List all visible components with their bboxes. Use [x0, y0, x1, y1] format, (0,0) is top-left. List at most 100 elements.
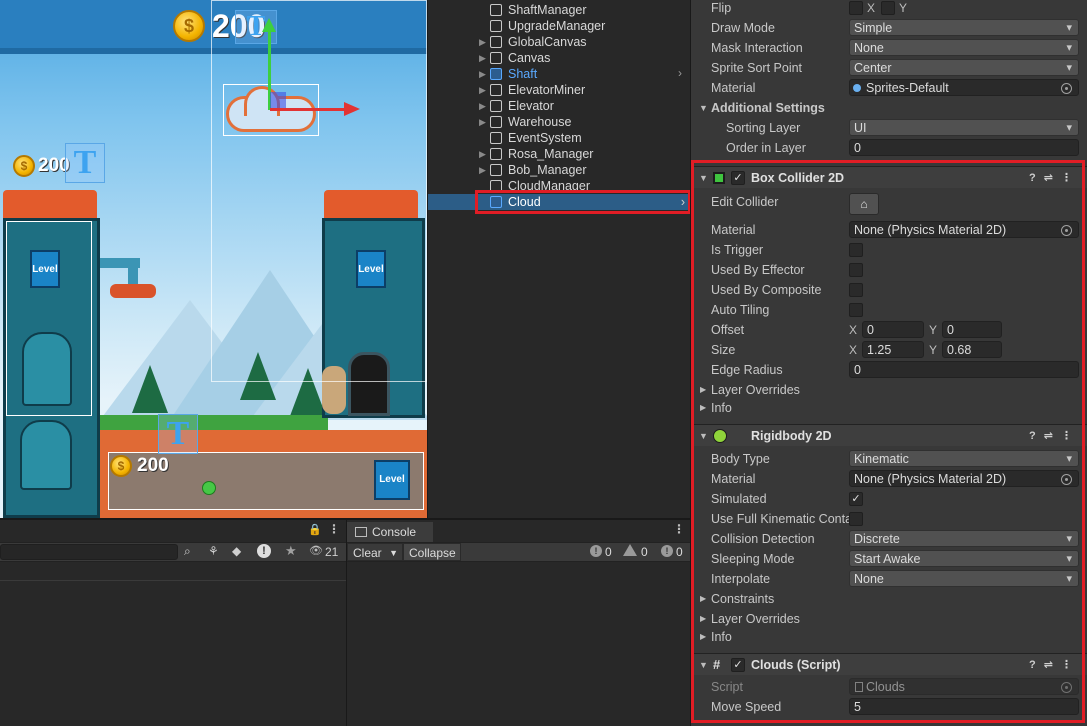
hierarchy-item[interactable]: ▶ ElevatorMiner [428, 82, 691, 98]
gizmo-y-arrow-icon[interactable] [262, 18, 276, 32]
hierarchy-item-label: Elevator [508, 99, 554, 113]
draw-mode-dropdown[interactable]: Simple [849, 19, 1079, 37]
star-icon[interactable]: ★ [285, 543, 297, 559]
left-roof [3, 190, 97, 218]
collapse-button-label: Collapse [409, 546, 456, 560]
flip-x-checkbox[interactable] [849, 1, 863, 15]
console-panel: Console ⋮ Clear ▼ Collapse ! 0 0 ! 0 [346, 518, 691, 726]
coin-icon [173, 10, 205, 42]
gameobject-cube-icon [490, 100, 502, 112]
tab-console[interactable]: Console [347, 522, 433, 542]
object-picker-icon[interactable] [1061, 83, 1072, 94]
foldout-right-icon[interactable]: ▶ [479, 50, 486, 66]
gameobject-cube-icon [490, 20, 502, 32]
flip-y-checkbox[interactable] [881, 1, 895, 15]
foldout-right-icon[interactable]: ▶ [479, 146, 486, 162]
hierarchy-item-label: ShaftManager [508, 3, 587, 17]
additional-settings-label[interactable]: Additional Settings [711, 98, 825, 118]
mask-row: Mask Interaction None [691, 38, 1087, 58]
hierarchy-item[interactable]: ▶ Canvas [428, 50, 691, 66]
flip-y-label: Y [899, 1, 908, 15]
foldout-right-icon[interactable]: ▶ [479, 98, 486, 114]
gameobject-cube-icon [490, 36, 502, 48]
flip-label: Flip [711, 1, 732, 15]
draw-mode-label: Draw Mode [711, 21, 775, 35]
chevron-right-icon[interactable]: › [678, 66, 682, 80]
hierarchy-item-label: Shaft [508, 67, 538, 81]
foldout-down-icon[interactable]: ▼ [699, 98, 708, 118]
hierarchy-item[interactable]: EventSystem [428, 130, 691, 146]
chevron-down-icon[interactable]: ▼ [389, 544, 398, 562]
inspector-panel: Flip X Y Draw Mode Simple Mask Interacti… [690, 0, 1087, 726]
warning-filter-icon[interactable]: ! [257, 544, 271, 558]
hierarchy-item[interactable]: ▶ Shaft [428, 66, 691, 82]
hidden-count-eye-icon[interactable]: 👁 [309, 544, 323, 557]
hierarchy-item-label: Warehouse [508, 115, 572, 129]
hierarchy-item-label: EventSystem [508, 131, 582, 145]
pivot-dot[interactable] [202, 481, 216, 495]
error-icon[interactable]: ! [661, 545, 673, 557]
coin-icon [13, 155, 35, 177]
lock-icon[interactable]: 🔒 [308, 523, 322, 536]
gameobject-cube-icon [490, 4, 502, 16]
pipe [128, 262, 138, 286]
hierarchy-item[interactable]: ▶ Warehouse [428, 114, 691, 130]
hierarchy-item[interactable]: ▶ Bob_Manager [428, 162, 691, 178]
highlight-box-components [691, 160, 1085, 723]
warning-icon[interactable] [623, 544, 637, 556]
gameobject-cube-icon [490, 84, 502, 96]
sort-point-row: Sprite Sort Point Center [691, 58, 1087, 78]
log-count: 0 [605, 545, 612, 559]
hierarchy-item[interactable]: ▶ Elevator [428, 98, 691, 114]
collapse-button[interactable]: Collapse [403, 543, 461, 561]
material-icon [853, 84, 861, 92]
hierarchy-item-label: Rosa_Manager [508, 147, 594, 161]
sprite-material-value: Sprites-Default [866, 81, 949, 95]
project-search-input[interactable] [0, 544, 178, 560]
divider [0, 580, 346, 581]
error-count: 0 [676, 545, 683, 559]
coin-icon [110, 455, 132, 477]
kebab-menu-icon[interactable]: ⋮ [328, 522, 340, 536]
level-button: Level [30, 250, 60, 288]
sort-point-dropdown[interactable]: Center [849, 59, 1079, 77]
hierarchy-item[interactable]: ShaftManager [428, 2, 691, 18]
order-row: Order in Layer 0 [691, 138, 1087, 158]
gizmo-x-arrow-icon[interactable] [344, 102, 360, 116]
foldout-right-icon[interactable]: ▶ [479, 34, 486, 50]
foldout-right-icon[interactable]: ▶ [479, 82, 486, 98]
foldout-right-icon[interactable]: ▶ [479, 66, 486, 82]
prefab-cube-icon [490, 68, 502, 80]
hierarchy-item-label: UpgradeManager [508, 19, 606, 33]
move-gizmo-x-axis[interactable] [270, 108, 346, 111]
gameobject-cube-icon [490, 164, 502, 176]
gameobject-cube-icon [490, 52, 502, 64]
hierarchy-panel: ShaftManager UpgradeManager ▶ GlobalCanvas ▶… [427, 0, 691, 518]
scene-view[interactable]: 200 T Level Level 200 T 200 T Level [0, 0, 427, 518]
additional-settings-row[interactable]: ▼ Additional Settings [691, 98, 1087, 118]
console-icon [355, 527, 367, 537]
sprite-material-field[interactable]: Sprites-Default [849, 79, 1079, 96]
gameobject-cube-icon [490, 148, 502, 160]
search-by-type-icon[interactable]: ⌕ [184, 544, 191, 559]
hierarchy-item[interactable]: ▶ GlobalCanvas [428, 34, 691, 50]
draw-mode-row: Draw Mode Simple [691, 18, 1087, 38]
pipe-nozzle [110, 284, 156, 298]
tag-icon[interactable]: ◆ [232, 544, 241, 558]
mask-interaction-dropdown[interactable]: None [849, 39, 1079, 57]
grass-strip [98, 415, 328, 431]
hierarchy-item[interactable]: UpgradeManager [428, 18, 691, 34]
filter-type-icon[interactable]: ⚘ [208, 544, 219, 558]
project-tab-strip [0, 522, 346, 542]
clear-button[interactable]: Clear ▼ [347, 543, 403, 561]
order-in-layer-input[interactable]: 0 [849, 139, 1079, 156]
foldout-right-icon[interactable]: ▶ [479, 162, 486, 178]
gizmo-plane-handle[interactable] [270, 92, 286, 108]
info-log-icon[interactable]: ! [590, 545, 602, 557]
bottom-coin-text: 200 [137, 455, 169, 476]
sorting-layer-dropdown[interactable]: UI [849, 119, 1079, 137]
hierarchy-item[interactable]: ▶ Rosa_Manager [428, 146, 691, 162]
kebab-menu-icon[interactable]: ⋮ [673, 522, 685, 536]
hierarchy-item-label: Bob_Manager [508, 163, 587, 177]
foldout-right-icon[interactable]: ▶ [479, 114, 486, 130]
